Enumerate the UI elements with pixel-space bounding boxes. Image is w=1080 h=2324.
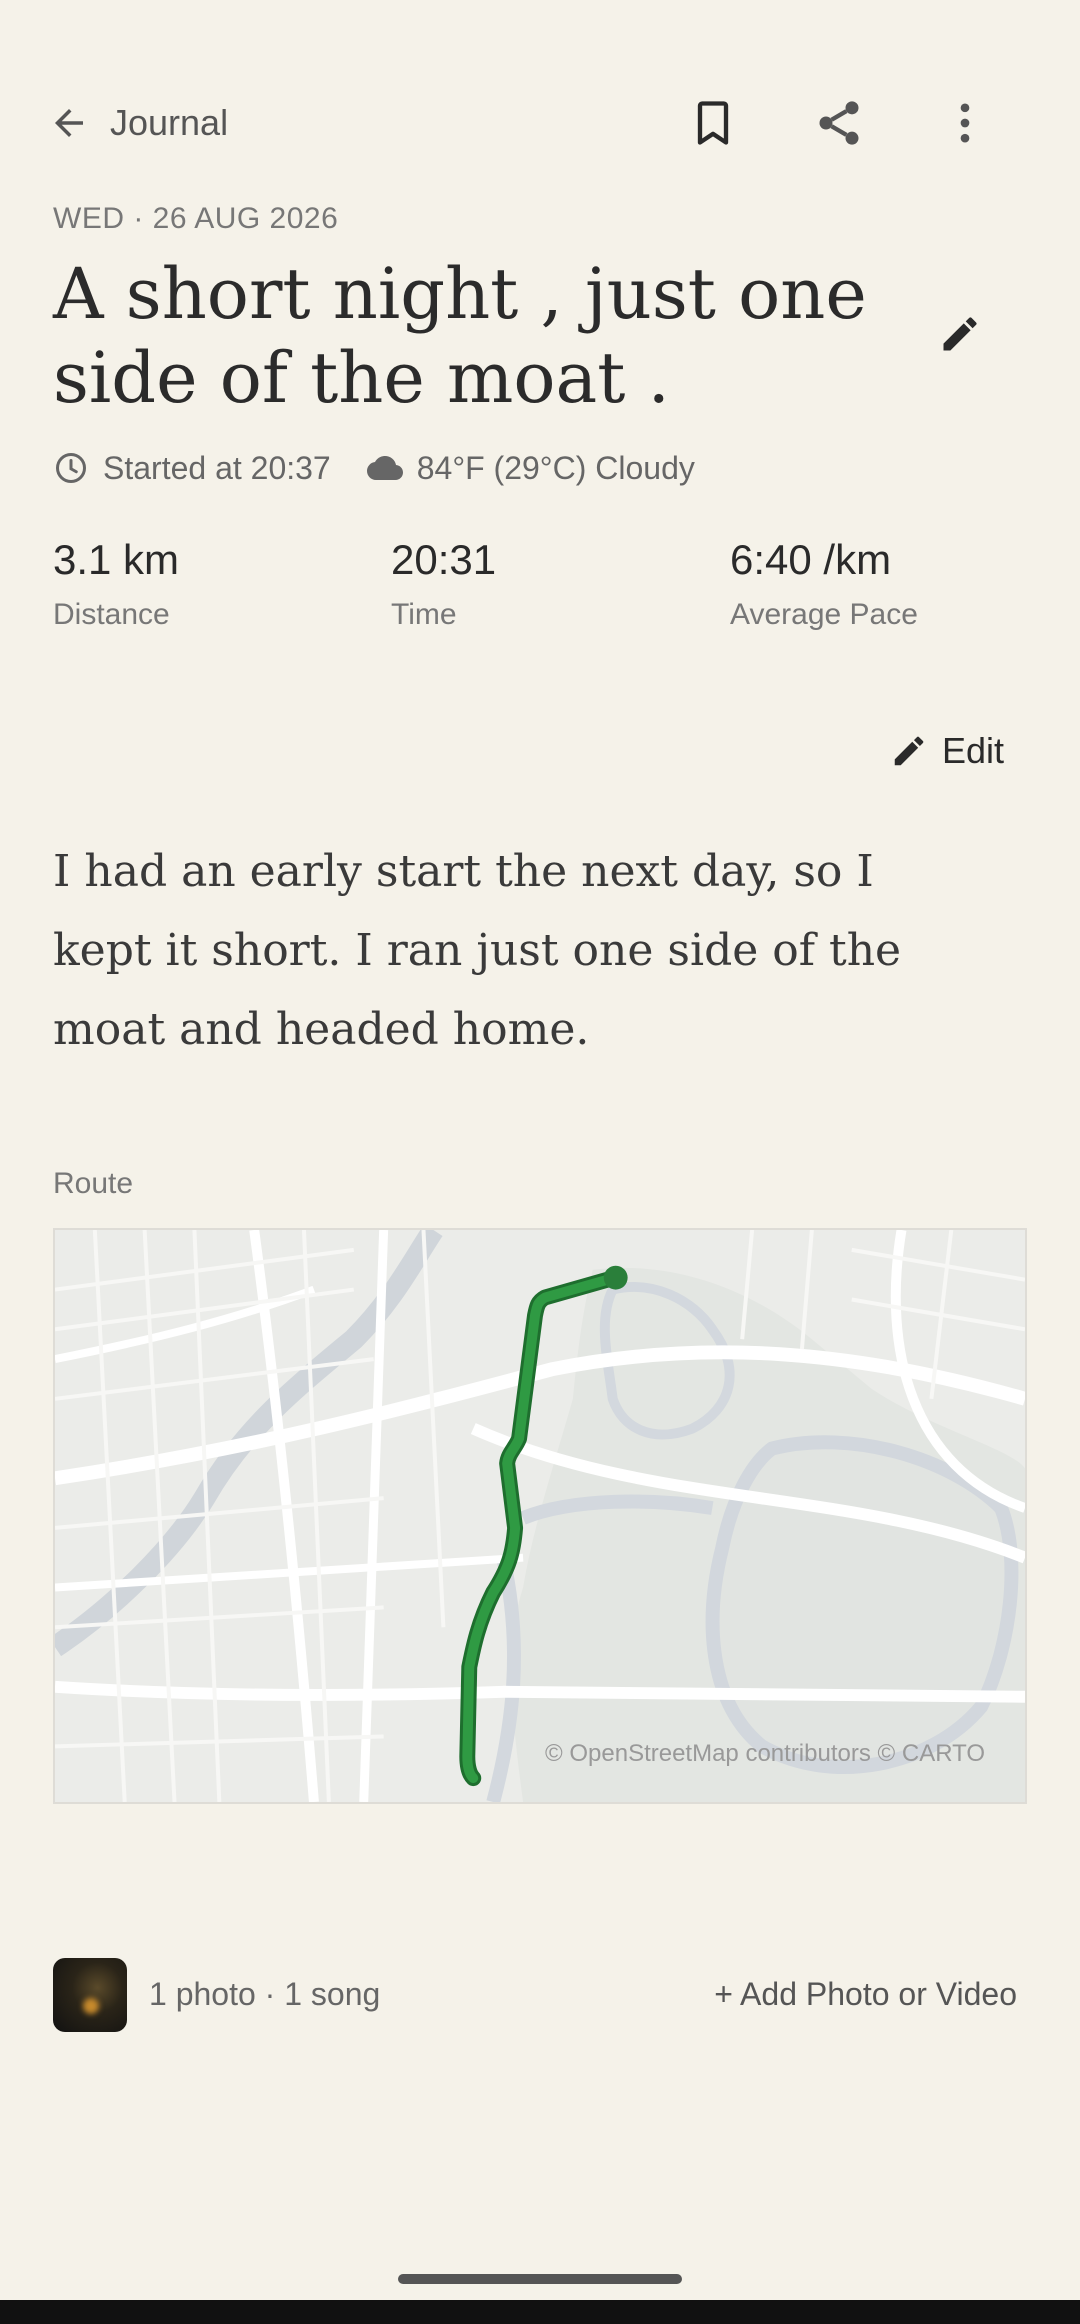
pencil-icon — [894, 736, 924, 766]
weather: 84°F (29°C) Cloudy — [366, 449, 695, 487]
edit-label: Edit — [942, 730, 1005, 771]
stat-label: Time — [391, 598, 457, 631]
more-options-button[interactable] — [932, 90, 998, 156]
start-time: Started at 20:37 — [53, 450, 331, 487]
weather-text: 84°F (29°C) Cloudy — [416, 449, 695, 486]
stat-value: 20:31 — [391, 536, 497, 583]
media-count: 1 photo · 1 song — [149, 1976, 381, 2012]
bookmark-icon — [697, 101, 729, 145]
pencil-icon — [943, 317, 977, 351]
bookmark-button[interactable] — [680, 90, 746, 156]
map-attribution: © OpenStreetMap contributors © CARTO — [545, 1740, 985, 1767]
entry-date: WED · 26 AUG 2026 — [53, 202, 339, 235]
share-icon — [819, 101, 859, 145]
system-bottom-bar — [0, 2300, 1080, 2324]
route-start-marker — [603, 1265, 628, 1290]
more-vertical-icon — [960, 103, 970, 143]
stat-value: 6:40 /km — [730, 536, 892, 583]
stat-value: 3.1 km — [53, 536, 180, 583]
entry-body: I had an early start the next day, so I … — [53, 846, 902, 1055]
edit-title-button[interactable] — [938, 312, 990, 364]
journal-entry-screen: Journal WED · 26 AUG 2026 A short night … — [0, 0, 1080, 2324]
stat-label: Average Pace — [730, 598, 918, 631]
start-time-text: Started at 20:37 — [103, 449, 331, 486]
add-photo-or-video-button[interactable]: + Add Photo or Video — [714, 1976, 1017, 2013]
run-stats: 3.1 km Distance 20:31 Time 6:40 /km Aver… — [53, 532, 1033, 652]
map-canvas — [55, 1230, 1025, 1802]
stat-label: Distance — [53, 598, 170, 631]
media-row: 1 photo · 1 song + Add Photo or Video — [53, 1958, 1027, 2032]
top-app-bar: Journal — [0, 90, 1080, 156]
home-indicator[interactable] — [398, 2274, 682, 2284]
edit-entry-button[interactable]: Edit — [890, 726, 1004, 776]
stat-distance: 3.1 km Distance — [53, 532, 373, 632]
arrow-left-icon — [55, 109, 83, 137]
entry-meta: Started at 20:37 84°F (29°C) Cloudy — [53, 446, 731, 490]
share-button[interactable] — [806, 90, 872, 156]
clock-icon — [56, 453, 86, 483]
back-button[interactable]: Journal — [48, 96, 228, 150]
stat-pace: 6:40 /km Average Pace — [730, 532, 1050, 632]
photo-thumbnail[interactable] — [53, 1958, 127, 2032]
route-map[interactable]: © OpenStreetMap contributors © CARTO — [53, 1228, 1027, 1804]
cloud-icon — [366, 456, 403, 480]
stat-time: 20:31 Time — [391, 532, 711, 632]
back-label: Journal — [110, 102, 229, 143]
entry-title: A short night , just one side of the moa… — [53, 253, 867, 419]
route-label: Route — [53, 1167, 134, 1200]
